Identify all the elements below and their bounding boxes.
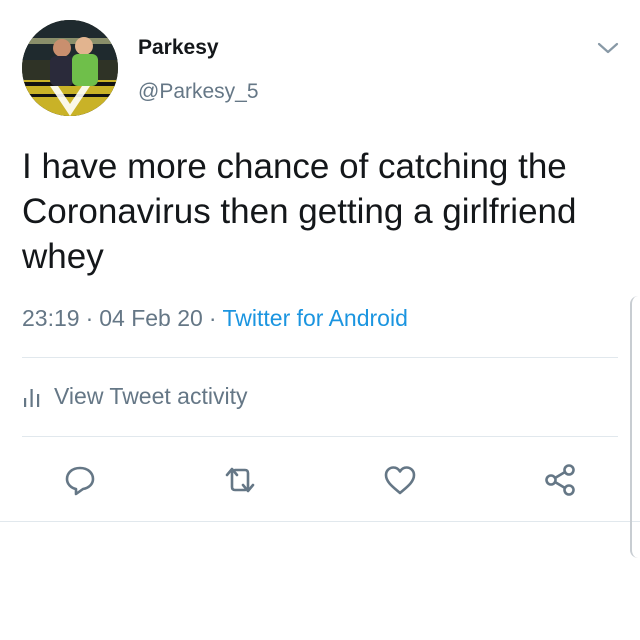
divider (22, 436, 618, 437)
reply-icon (65, 466, 95, 496)
tweet-text: I have more chance of catching the Coron… (22, 147, 577, 276)
reply-button[interactable] (55, 455, 105, 505)
like-button[interactable] (375, 455, 425, 505)
avatar-image (22, 20, 118, 116)
scrollbar[interactable] (630, 296, 640, 558)
display-name[interactable]: Parkesy (138, 36, 219, 60)
tweet-date: 04 Feb 20 (99, 305, 203, 331)
separator-dot: · (85, 305, 94, 331)
retweet-button[interactable] (215, 455, 265, 505)
chevron-down-icon[interactable] (593, 37, 623, 59)
divider (0, 521, 640, 522)
bar-chart-icon (24, 388, 40, 407)
view-tweet-activity-label: View Tweet activity (54, 383, 248, 409)
heart-icon (384, 466, 416, 495)
retweet-icon (225, 467, 255, 493)
tweet-actions (0, 455, 640, 505)
tweet-source-link[interactable]: Twitter for Android (223, 305, 408, 331)
tweet-meta: 23:19 · 04 Feb 20 · Twitter for Android (22, 305, 408, 332)
avatar[interactable] (22, 20, 118, 116)
tweet-time: 23:19 (22, 305, 80, 331)
user-handle[interactable]: @Parkesy_5 (138, 80, 259, 104)
separator-dot: · (208, 305, 217, 331)
divider (22, 357, 618, 358)
share-button[interactable] (535, 455, 585, 505)
view-tweet-activity-button[interactable]: View Tweet activity (22, 383, 247, 410)
share-icon (545, 464, 575, 496)
